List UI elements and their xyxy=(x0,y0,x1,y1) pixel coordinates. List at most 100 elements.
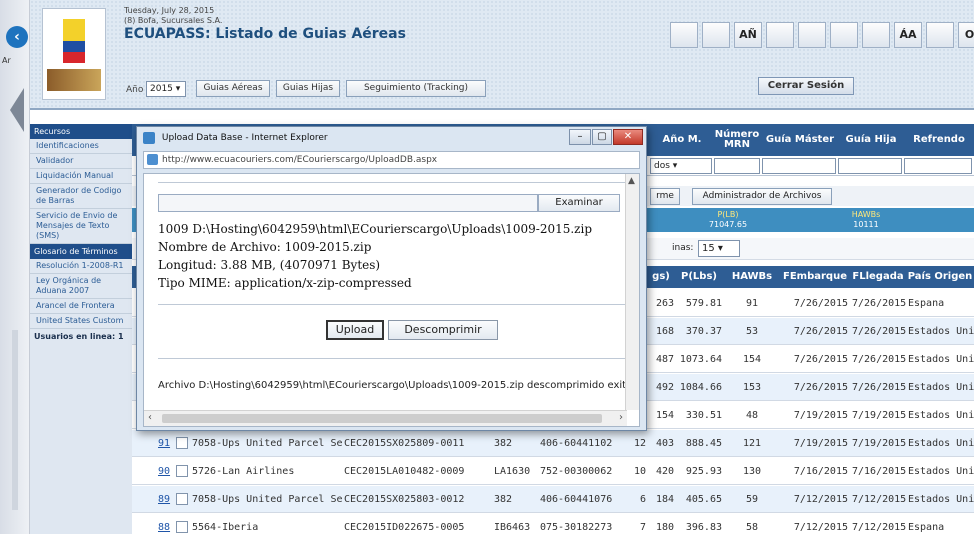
dialog-content: Examinar 1009 D:\Hosting\6042959\html\EC… xyxy=(143,173,640,427)
col-fembarque[interactable]: FEmbarque xyxy=(780,266,850,288)
sidebar-item-resolucion[interactable]: Resolución 1-2008-R1 xyxy=(30,259,132,274)
app-shortcut-icon[interactable] xyxy=(798,22,826,48)
table-row[interactable]: 89 7058-Ups United Parcel ServiceCEC2015S… xyxy=(132,486,974,513)
cell-master: 406-60441102 xyxy=(540,438,613,449)
guias-aereas-button[interactable]: Guias Aéreas xyxy=(196,80,270,97)
cell-pais: Estados Unidos xyxy=(908,326,974,337)
app-shortcut-icon[interactable] xyxy=(862,22,890,48)
cell-guia: CEC2015SX025803-0012 xyxy=(344,494,465,505)
cell-cliente: 5564-Iberia xyxy=(192,522,259,533)
rail-scrollbar[interactable] xyxy=(12,330,18,510)
cell-hawbs: 154 xyxy=(742,354,762,365)
vertical-scrollbar[interactable]: ▲ xyxy=(625,174,639,410)
cell-fleg: 7/26/2015 xyxy=(852,298,906,309)
divider xyxy=(158,304,628,305)
sidebar-item-barcode[interactable]: Generador de Codigo de Barras xyxy=(30,184,132,209)
app-header: Tuesday, July 28, 2015 (8) Bofa, Sucursa… xyxy=(30,0,974,110)
logo-emblem xyxy=(47,69,101,91)
year-select[interactable]: 2015 ▾ xyxy=(146,81,186,97)
app-shortcut-icon[interactable] xyxy=(766,22,794,48)
app-shortcut-icon[interactable]: AÑ xyxy=(734,22,762,48)
horizontal-scrollbar[interactable]: ‹ › xyxy=(144,410,627,426)
font-size-icon[interactable]: ÁA xyxy=(894,22,922,48)
cell-fleg: 7/19/2015 xyxy=(852,438,906,449)
ano-filter-select[interactable]: dos ▾ xyxy=(650,158,712,174)
guia-hija-filter-input[interactable] xyxy=(838,158,902,174)
cell-master: 075-30182273 xyxy=(540,522,613,533)
col-refrendo[interactable]: Refrendo xyxy=(904,124,974,156)
cell-master: 752-00300062 xyxy=(540,466,613,477)
upload-dialog-window: Upload Data Base - Internet Explorer – ▢… xyxy=(136,126,647,431)
cell-bultos: 6 xyxy=(639,494,646,505)
cell-kgs: 168 xyxy=(655,326,674,337)
sidebar-item-identificaciones[interactable]: Identificaciones xyxy=(30,139,132,154)
collapse-arrow-icon[interactable] xyxy=(10,88,24,132)
col-hawbs[interactable]: HAWBs xyxy=(724,266,780,288)
address-bar[interactable]: http://www.ecuacouriers.com/ECourierscar… xyxy=(143,151,640,169)
app-shortcut-icon[interactable] xyxy=(926,22,954,48)
scroll-left-icon[interactable]: ‹ xyxy=(148,412,152,423)
col-kgs[interactable]: gs) xyxy=(648,266,674,288)
col-ano-m[interactable]: Año M. xyxy=(652,124,712,156)
guia-master-filter-input[interactable] xyxy=(762,158,836,174)
logo-stripe xyxy=(63,19,85,63)
cell-pais: Estados Unidos xyxy=(908,438,974,449)
page-size-select[interactable]: 15 ▾ xyxy=(698,240,740,257)
file-name-text: Nombre de Archivo: 1009-2015.zip xyxy=(158,240,372,254)
file-manager-button[interactable]: Administrador de Archivos xyxy=(692,188,832,205)
sidebar-section-glosario[interactable]: Glosario de Términos xyxy=(30,244,132,259)
app-shortcut-icon[interactable] xyxy=(702,22,730,48)
cell-fleg: 7/12/2015 xyxy=(852,522,906,533)
unzip-button[interactable]: Descomprimir xyxy=(388,320,498,340)
guias-hijas-button[interactable]: Guias Hijas xyxy=(276,80,340,97)
cell-n[interactable]: 89 xyxy=(158,486,180,513)
cell-lbs: 925.93 xyxy=(685,466,722,477)
cell-n[interactable]: 91 xyxy=(158,430,180,457)
logout-button[interactable]: Cerrar Sesión xyxy=(758,77,854,95)
sidebar-item-arancel[interactable]: Arancel de Frontera xyxy=(30,299,132,314)
cell-hawbs: 53 xyxy=(745,326,759,337)
mrn-filter-input[interactable] xyxy=(714,158,760,174)
cell-hawbs: 48 xyxy=(745,410,759,421)
cell-vuelo: IB6463 xyxy=(494,522,531,533)
cell-cliente: 7058-Ups United Parcel Service xyxy=(192,494,344,505)
cell-femb: 7/26/2015 xyxy=(793,382,848,393)
file-path-input[interactable] xyxy=(158,194,538,212)
app-shortcut-icon[interactable]: O! xyxy=(958,22,974,48)
col-mrn[interactable]: Número MRN xyxy=(712,124,762,156)
upload-button[interactable]: Upload xyxy=(326,320,384,340)
app-shortcut-icon[interactable] xyxy=(670,22,698,48)
cell-bultos: 10 xyxy=(633,466,646,477)
sidebar-item-us-custom[interactable]: United States Custom xyxy=(30,314,132,329)
refrendo-filter-input[interactable] xyxy=(904,158,972,174)
scroll-up-icon[interactable]: ▲ xyxy=(628,176,635,186)
cell-bultos: 7 xyxy=(639,522,646,533)
informe-button[interactable]: rme xyxy=(650,188,680,205)
col-guia-master[interactable]: Guía Máster xyxy=(762,124,838,156)
sidebar-item-liquidacion[interactable]: Liquidación Manual xyxy=(30,169,132,184)
col-lbs[interactable]: P(Lbs) xyxy=(674,266,724,288)
sidebar-item-ley-organica[interactable]: Ley Orgánica de Aduana 2007 xyxy=(30,274,132,299)
sidebar-item-sms[interactable]: Servicio de Envio de Mensajes de Texto (… xyxy=(30,209,132,244)
sidebar-item-validador[interactable]: Validador xyxy=(30,154,132,169)
col-guia-hija[interactable]: Guía Hija xyxy=(838,124,904,156)
table-row[interactable]: 91 7058-Ups United Parcel ServiceCEC2015S… xyxy=(132,430,974,457)
cell-pais: Estados Unidos xyxy=(908,494,974,505)
col-fllegada[interactable]: FLlegada xyxy=(850,266,906,288)
cell-lbs: 888.45 xyxy=(685,438,722,449)
close-icon[interactable]: ✕ xyxy=(613,129,643,145)
scroll-thumb[interactable] xyxy=(162,414,602,423)
table-row[interactable]: 88 5564-Iberia CEC2015ID022675-0005 IB6463 0… xyxy=(132,514,974,534)
cell-n[interactable]: 88 xyxy=(158,514,180,534)
table-row[interactable]: 90 5726-Lan Airlines CEC2015LA010482-0009 L… xyxy=(132,458,974,485)
cell-guia: CEC2015LA010482-0009 xyxy=(344,466,465,477)
back-icon[interactable]: ‹ xyxy=(6,26,28,48)
browse-button[interactable]: Examinar xyxy=(538,194,620,212)
minimize-icon[interactable]: – xyxy=(569,129,591,145)
scroll-right-icon[interactable]: › xyxy=(619,412,623,423)
maximize-icon[interactable]: ▢ xyxy=(592,129,612,145)
tracking-button[interactable]: Seguimiento (Tracking) xyxy=(346,80,486,97)
col-pais-origen[interactable]: País Origen xyxy=(906,266,974,288)
cell-n[interactable]: 90 xyxy=(158,458,180,485)
app-shortcut-icon[interactable] xyxy=(830,22,858,48)
